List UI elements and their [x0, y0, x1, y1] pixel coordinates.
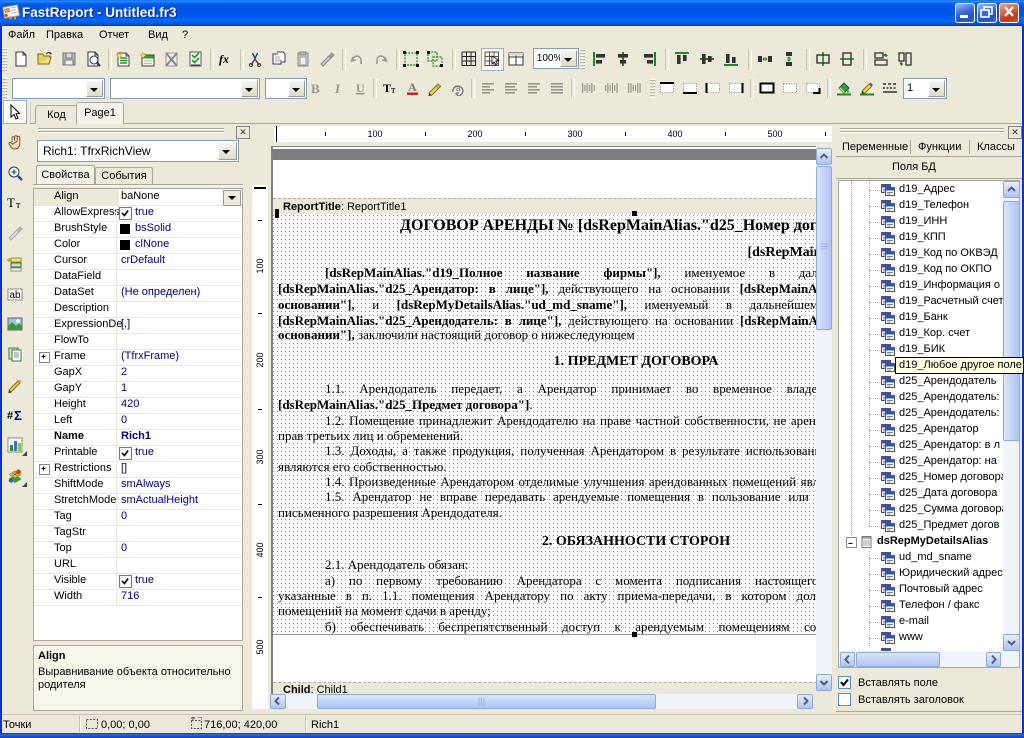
- svg-text:Σ: Σ: [14, 408, 22, 423]
- svg-text:a: a: [456, 84, 461, 93]
- svg-text:#: #: [7, 410, 13, 422]
- svg-text:A: A: [408, 80, 417, 94]
- svg-text:I: I: [334, 81, 341, 96]
- svg-text:T: T: [383, 81, 391, 95]
- svg-text:т: т: [391, 85, 396, 96]
- svg-text:ab: ab: [10, 290, 22, 301]
- svg-text:T: T: [7, 195, 15, 210]
- svg-text:B: B: [311, 81, 320, 96]
- svg-text:т: т: [16, 200, 21, 211]
- svg-text:U: U: [356, 81, 365, 95]
- svg-text:fx: fx: [219, 52, 229, 66]
